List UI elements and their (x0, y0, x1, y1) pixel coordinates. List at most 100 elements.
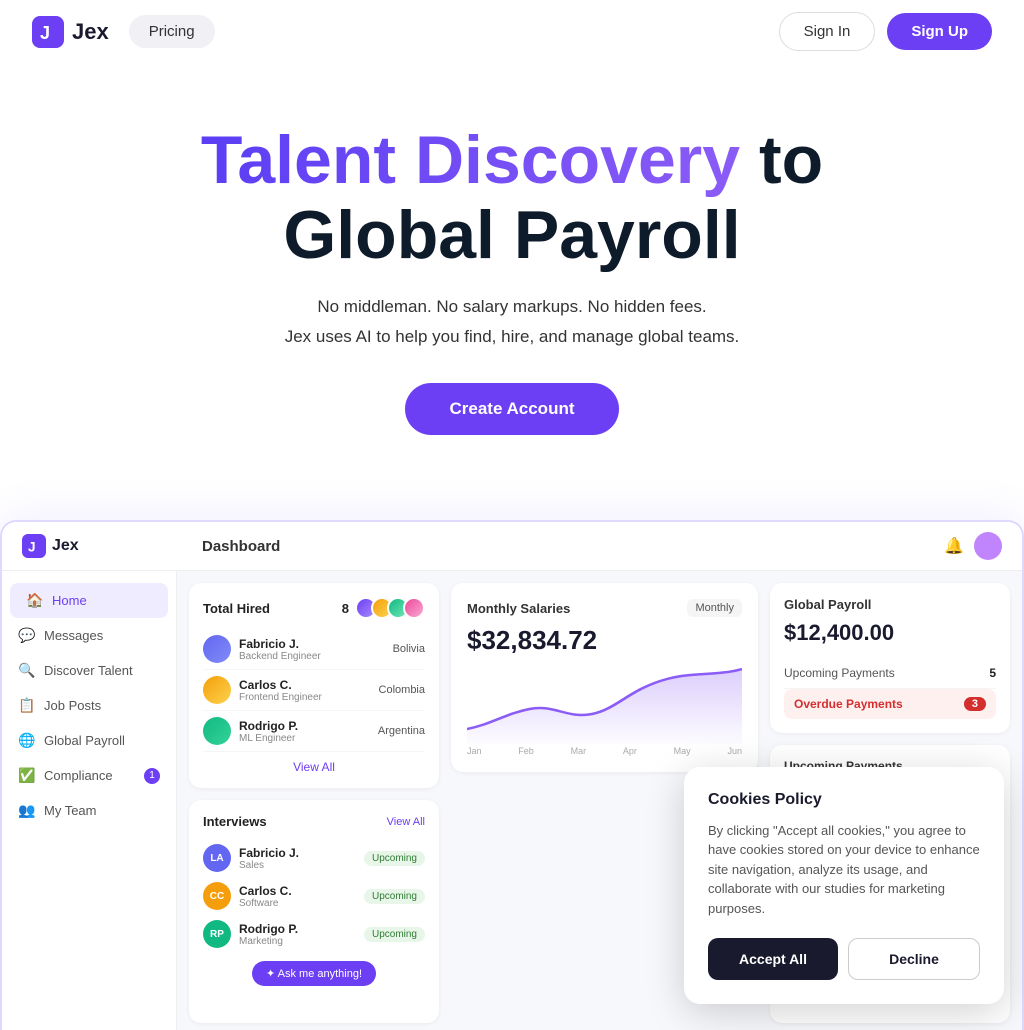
upcoming-payments-count: 5 (989, 666, 996, 680)
upcoming-payments-label: Upcoming Payments (784, 666, 895, 680)
payroll-icon: 🌐 (18, 732, 34, 749)
pricing-nav-item[interactable]: Pricing (129, 15, 215, 48)
hero-title-gradient: Talent Discovery (201, 122, 740, 198)
sidebar-item-messages[interactable]: 💬 Messages (2, 618, 176, 653)
user-avatar[interactable] (974, 532, 1002, 560)
team-icon: 👥 (18, 802, 34, 819)
person-avatar-3 (203, 717, 231, 745)
list-item: CC Carlos C. Software Upcoming (203, 877, 425, 915)
chart-label-feb: Feb (518, 746, 534, 756)
person-country-2: Colombia (379, 684, 425, 696)
sidebar-label-jobs: Job Posts (44, 698, 101, 713)
person-avatar-2 (203, 676, 231, 704)
int-status-2: Upcoming (364, 889, 425, 904)
sidebar-item-compliance[interactable]: ✅ Compliance 1 (2, 758, 176, 793)
interviews-header: Interviews View All (203, 814, 425, 829)
logo[interactable]: J Jex (32, 16, 109, 48)
compliance-icon: ✅ (18, 767, 34, 784)
int-info-2: Carlos C. Software (239, 884, 356, 909)
sidebar-item-discover[interactable]: 🔍 Discover Talent (2, 653, 176, 688)
table-row: Rodrigo P. ML Engineer Argentina (203, 711, 425, 752)
left-panel: Total Hired 8 (189, 583, 439, 1023)
salary-chart (467, 664, 742, 744)
int-status-3: Upcoming (364, 927, 425, 942)
sidebar-label-messages: Messages (44, 628, 103, 643)
int-info-3: Rodrigo P. Marketing (239, 922, 356, 947)
interviews-title: Interviews (203, 814, 267, 829)
int-name-3: Rodrigo P. (239, 922, 356, 936)
dashboard-sidebar: 🏠 Home 💬 Messages 🔍 Discover Talent 📋 Jo… (2, 571, 177, 1030)
overdue-payments-row: Overdue Payments 3 (784, 689, 996, 719)
nav-left: J Jex Pricing (32, 15, 215, 48)
int-role-3: Marketing (239, 936, 356, 947)
discover-icon: 🔍 (18, 662, 34, 679)
overdue-label: Overdue Payments (794, 697, 903, 711)
bell-icon[interactable]: 🔔 (944, 536, 964, 556)
sidebar-item-jobs[interactable]: 📋 Job Posts (2, 688, 176, 723)
payroll-title: Global Payroll (784, 597, 996, 612)
svg-text:J: J (28, 539, 36, 554)
person-avatar-1 (203, 635, 231, 663)
upcoming-payments-row: Upcoming Payments 5 (784, 658, 996, 689)
dashboard-title: Dashboard (202, 538, 280, 555)
salary-header: Monthly Salaries Monthly (467, 599, 742, 617)
salary-period[interactable]: Monthly (687, 599, 742, 617)
sidebar-label-team: My Team (44, 803, 97, 818)
person-role-2: Frontend Engineer (239, 692, 371, 703)
ask-anything-button[interactable]: ✦ Ask me anything! (252, 961, 376, 986)
person-info-3: Rodrigo P. ML Engineer (239, 719, 370, 744)
person-country-3: Argentina (378, 725, 425, 737)
signup-button[interactable]: Sign Up (887, 13, 992, 50)
hero-subtitle2: Jex uses AI to help you find, hire, and … (32, 327, 992, 347)
sidebar-item-home[interactable]: 🏠 Home (10, 583, 168, 618)
cookies-modal: Cookies Policy By clicking "Accept all c… (684, 767, 1004, 1005)
accept-cookies-button[interactable]: Accept All (708, 938, 838, 980)
cookies-text: By clicking "Accept all cookies," you ag… (708, 821, 980, 919)
decline-cookies-button[interactable]: Decline (848, 938, 980, 980)
total-hired-header: Total Hired 8 (203, 597, 425, 619)
global-payroll-card: Global Payroll $12,400.00 Upcoming Payme… (770, 583, 1010, 733)
chart-label-jan: Jan (467, 746, 482, 756)
int-av-3: RP (203, 920, 231, 948)
chart-label-mar: Mar (571, 746, 587, 756)
cookies-title: Cookies Policy (708, 791, 980, 809)
sidebar-label-home: Home (52, 593, 87, 608)
sidebar-item-payroll[interactable]: 🌐 Global Payroll (2, 723, 176, 758)
brand-name: Jex (72, 19, 109, 45)
sidebar-item-team[interactable]: 👥 My Team (2, 793, 176, 828)
home-icon: 🏠 (26, 592, 42, 609)
hero-title: Talent Discovery toGlobal Payroll (32, 123, 992, 273)
salary-amount: $32,834.72 (467, 625, 742, 656)
int-av-2: CC (203, 882, 231, 910)
int-role-2: Software (239, 898, 356, 909)
interviews-view-all[interactable]: View All (387, 816, 425, 828)
monthly-salaries-card: Monthly Salaries Monthly $32,834.72 (451, 583, 758, 772)
person-name-1: Fabricio J. (239, 637, 385, 651)
overdue-count: 3 (964, 697, 986, 711)
db-logo: J Jex (22, 534, 79, 558)
compliance-badge: 1 (144, 768, 160, 784)
payroll-amount: $12,400.00 (784, 620, 996, 646)
person-info-1: Fabricio J. Backend Engineer (239, 637, 385, 662)
view-all-button[interactable]: View All (203, 760, 425, 774)
total-hired-count: 8 (342, 601, 349, 616)
total-hired-right: 8 (342, 597, 425, 619)
table-row: Fabricio J. Backend Engineer Bolivia (203, 629, 425, 670)
db-brand-name: Jex (52, 537, 79, 555)
svg-text:J: J (40, 23, 50, 43)
salary-label: Monthly Salaries (467, 601, 570, 616)
int-role-1: Sales (239, 860, 356, 871)
person-role-1: Backend Engineer (239, 651, 385, 662)
messages-icon: 💬 (18, 627, 34, 644)
int-name-1: Fabricio J. (239, 846, 356, 860)
person-info-2: Carlos C. Frontend Engineer (239, 678, 371, 703)
navbar: J Jex Pricing Sign In Sign Up (0, 0, 1024, 63)
signin-button[interactable]: Sign In (779, 12, 876, 51)
table-row: Carlos C. Frontend Engineer Colombia (203, 670, 425, 711)
av-4 (403, 597, 425, 619)
sidebar-label-compliance: Compliance (44, 768, 113, 783)
create-account-button[interactable]: Create Account (405, 383, 618, 435)
chart-label-may: May (674, 746, 691, 756)
person-country-1: Bolivia (393, 643, 425, 655)
person-name-3: Rodrigo P. (239, 719, 370, 733)
